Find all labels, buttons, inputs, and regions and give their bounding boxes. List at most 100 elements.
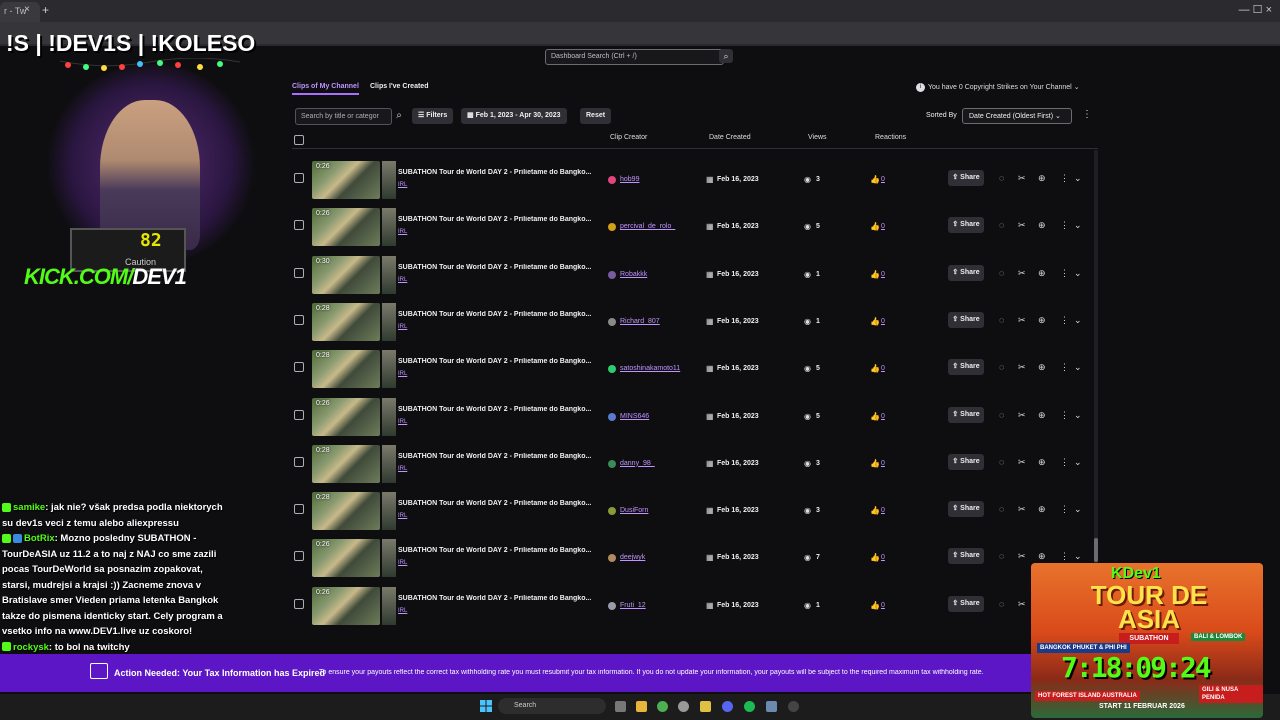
- scissors-icon[interactable]: ✂: [1018, 504, 1026, 515]
- row-checkbox[interactable]: [294, 173, 304, 183]
- add-circle-icon[interactable]: ⊕: [1038, 410, 1046, 421]
- chevron-down-icon[interactable]: ⌄: [1074, 268, 1082, 279]
- scissors-icon[interactable]: ✂: [1018, 315, 1026, 326]
- clip-creator-link[interactable]: Richard_807: [620, 318, 660, 325]
- row-checkbox[interactable]: [294, 551, 304, 562]
- chevron-down-icon[interactable]: ⌄: [1074, 457, 1082, 468]
- tab-close-icon[interactable]: ×: [24, 4, 30, 15]
- column-header-reactions[interactable]: Reactions: [875, 134, 906, 141]
- add-circle-icon[interactable]: ⊕: [1038, 551, 1046, 562]
- chevron-down-icon[interactable]: ⌄: [1074, 410, 1082, 421]
- clip-title[interactable]: SUBATHON Tour de World DAY 2 - Prilietam…: [398, 547, 598, 554]
- add-circle-icon[interactable]: ⊕: [1038, 362, 1046, 373]
- new-tab-icon[interactable]: +: [42, 3, 49, 17]
- clip-category-link[interactable]: IRL: [398, 229, 407, 235]
- clip-category-link[interactable]: IRL: [398, 324, 407, 330]
- table-row[interactable]: 0:26 SUBATHON Tour de World DAY 2 - Prili…: [292, 583, 1092, 630]
- scissors-icon[interactable]: ✂: [1018, 362, 1026, 373]
- share-button[interactable]: ⇪ Share: [948, 548, 984, 565]
- chevron-down-icon[interactable]: ⌄: [1074, 315, 1082, 326]
- clip-reactions[interactable]: 0: [881, 507, 885, 514]
- row-checkbox[interactable]: [294, 314, 304, 325]
- table-row[interactable]: 0:26 SUBATHON Tour de World DAY 2 - Prili…: [292, 394, 1092, 441]
- share-button[interactable]: ⇪ Share: [948, 595, 984, 612]
- clip-creator-link[interactable]: danny_98_: [620, 460, 655, 467]
- clip-creator-link[interactable]: Robakkk: [620, 271, 647, 278]
- discord-icon[interactable]: [722, 701, 733, 712]
- clip-category-link[interactable]: IRL: [398, 560, 407, 566]
- scissors-icon[interactable]: ✂: [1018, 599, 1026, 610]
- clip-category-link[interactable]: IRL: [398, 608, 407, 614]
- select-all-checkbox[interactable]: [294, 135, 304, 145]
- clip-reactions[interactable]: 0: [881, 413, 885, 420]
- clip-reactions[interactable]: 0: [881, 460, 885, 467]
- more-options-icon[interactable]: ⋮: [1060, 410, 1069, 421]
- column-header-date[interactable]: Date Created: [709, 134, 751, 141]
- clip-creator-link[interactable]: MINS646: [620, 413, 649, 420]
- clip-creator-link[interactable]: satoshinakamoto11: [620, 365, 680, 372]
- add-circle-icon[interactable]: ⊕: [1038, 220, 1046, 231]
- tab-clips-ive-created[interactable]: Clips I've Created: [370, 83, 428, 90]
- settings-icon[interactable]: [678, 701, 689, 712]
- clip-title[interactable]: SUBATHON Tour de World DAY 2 - Prilietam…: [398, 406, 598, 413]
- clip-title[interactable]: SUBATHON Tour de World DAY 2 - Prilietam…: [398, 595, 598, 602]
- search-icon[interactable]: ⌕: [392, 109, 406, 123]
- clip-creator-link[interactable]: deejwyk: [620, 554, 645, 561]
- more-options-icon[interactable]: ⋮: [1060, 504, 1069, 515]
- clip-creator-link[interactable]: hob99: [620, 176, 639, 183]
- dashboard-search-input[interactable]: Dashboard Search (Ctrl + /): [545, 49, 724, 65]
- scissors-icon[interactable]: ✂: [1018, 457, 1026, 468]
- clip-category-link[interactable]: IRL: [398, 466, 407, 472]
- window-controls[interactable]: — ☐ ×: [1239, 3, 1272, 16]
- clip-reactions[interactable]: 0: [881, 365, 885, 372]
- add-circle-icon[interactable]: ⊕: [1038, 268, 1046, 279]
- share-button[interactable]: ⇪ Share: [948, 359, 984, 376]
- chevron-down-icon[interactable]: ⌄: [1074, 173, 1082, 184]
- table-row[interactable]: 0:28 SUBATHON Tour de World DAY 2 - Prili…: [292, 488, 1092, 535]
- clip-title[interactable]: SUBATHON Tour de World DAY 2 - Prilietam…: [398, 453, 598, 460]
- share-button[interactable]: ⇪ Share: [948, 217, 984, 234]
- scissors-icon[interactable]: ✂: [1018, 410, 1026, 421]
- more-options-icon[interactable]: ⋮: [1082, 109, 1092, 120]
- share-button[interactable]: ⇪ Share: [948, 501, 984, 518]
- document-icon[interactable]: [766, 701, 777, 712]
- clip-category-link[interactable]: IRL: [398, 371, 407, 377]
- more-options-icon[interactable]: ⋮: [1060, 457, 1069, 468]
- clip-title[interactable]: SUBATHON Tour de World DAY 2 - Prilietam…: [398, 216, 598, 223]
- add-circle-icon[interactable]: ⊕: [1038, 173, 1046, 184]
- chrome-icon[interactable]: [657, 701, 668, 712]
- clip-category-link[interactable]: IRL: [398, 182, 407, 188]
- clip-category-link[interactable]: IRL: [398, 277, 407, 283]
- more-options-icon[interactable]: ⋮: [1060, 268, 1069, 279]
- row-checkbox[interactable]: [294, 409, 304, 420]
- search-icon[interactable]: ⌕: [719, 49, 733, 63]
- more-options-icon[interactable]: ⋮: [1060, 315, 1069, 326]
- clip-search-input[interactable]: Search by title or categor: [295, 108, 392, 125]
- task-view-icon[interactable]: [615, 701, 626, 712]
- clip-creator-link[interactable]: Fruti_12: [620, 602, 646, 609]
- share-button[interactable]: ⇪ Share: [948, 406, 984, 423]
- more-options-icon[interactable]: ⋮: [1060, 173, 1069, 184]
- clip-reactions[interactable]: 0: [881, 554, 885, 561]
- share-button[interactable]: ⇪ Share: [948, 311, 984, 328]
- date-range-button[interactable]: ▦ Feb 1, 2023 - Apr 30, 2023: [461, 108, 567, 124]
- more-options-icon[interactable]: ⋮: [1060, 551, 1069, 562]
- table-row[interactable]: 0:30 SUBATHON Tour de World DAY 2 - Prili…: [292, 252, 1092, 299]
- clip-title[interactable]: SUBATHON Tour de World DAY 2 - Prilietam…: [398, 264, 598, 271]
- obs-icon[interactable]: [788, 701, 799, 712]
- scrollbar-thumb[interactable]: [1094, 538, 1098, 562]
- row-checkbox[interactable]: [294, 456, 304, 467]
- share-button[interactable]: ⇪ Share: [948, 453, 984, 470]
- clip-category-link[interactable]: IRL: [398, 513, 407, 519]
- add-circle-icon[interactable]: ⊕: [1038, 457, 1046, 468]
- row-checkbox[interactable]: [294, 504, 304, 515]
- clip-reactions[interactable]: 0: [881, 271, 885, 278]
- scissors-icon[interactable]: ✂: [1018, 268, 1026, 279]
- table-row[interactable]: 0:26 SUBATHON Tour de World DAY 2 - Prili…: [292, 535, 1092, 582]
- clip-reactions[interactable]: 0: [881, 318, 885, 325]
- add-circle-icon[interactable]: ⊕: [1038, 315, 1046, 326]
- browser-tab[interactable]: r - Tw: [0, 2, 40, 22]
- column-header-creator[interactable]: Clip Creator: [610, 134, 647, 141]
- clip-title[interactable]: SUBATHON Tour de World DAY 2 - Prilietam…: [398, 311, 598, 318]
- taskbar-search[interactable]: Search: [498, 698, 606, 714]
